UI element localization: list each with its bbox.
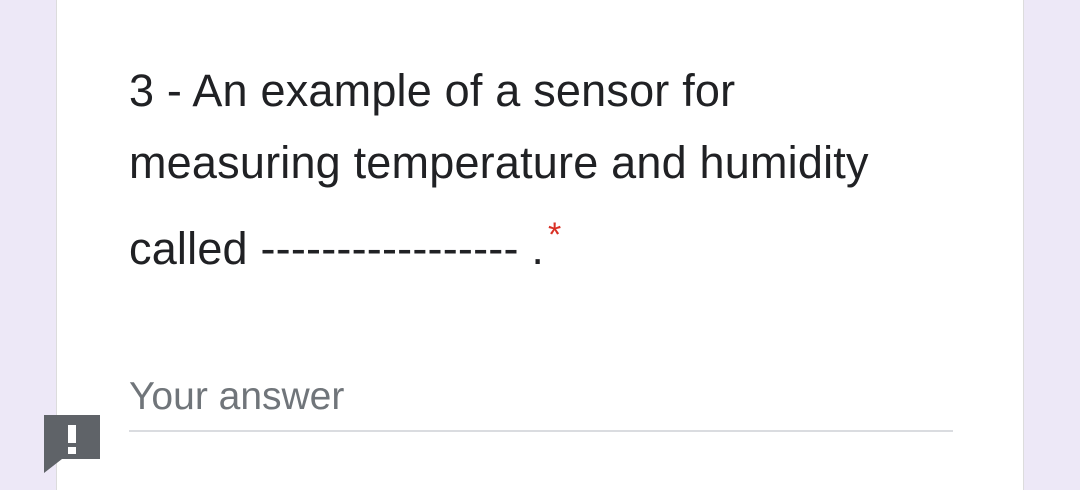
question-line-3-text: called ----------------- . — [129, 223, 545, 274]
question-line-1: 3 - An example of a sensor for — [129, 65, 736, 116]
question-card: 3 - An example of a sensor for measuring… — [56, 0, 1024, 490]
required-asterisk: * — [548, 216, 562, 254]
question-line-3: called ----------------- . * — [129, 199, 989, 285]
form-page: 3 - An example of a sensor for measuring… — [0, 0, 1080, 490]
answer-input[interactable] — [129, 364, 953, 432]
question-title: 3 - An example of a sensor for measuring… — [129, 55, 989, 285]
question-line-2: measuring temperature and humidity — [129, 137, 869, 188]
report-problem-icon[interactable] — [42, 413, 102, 473]
